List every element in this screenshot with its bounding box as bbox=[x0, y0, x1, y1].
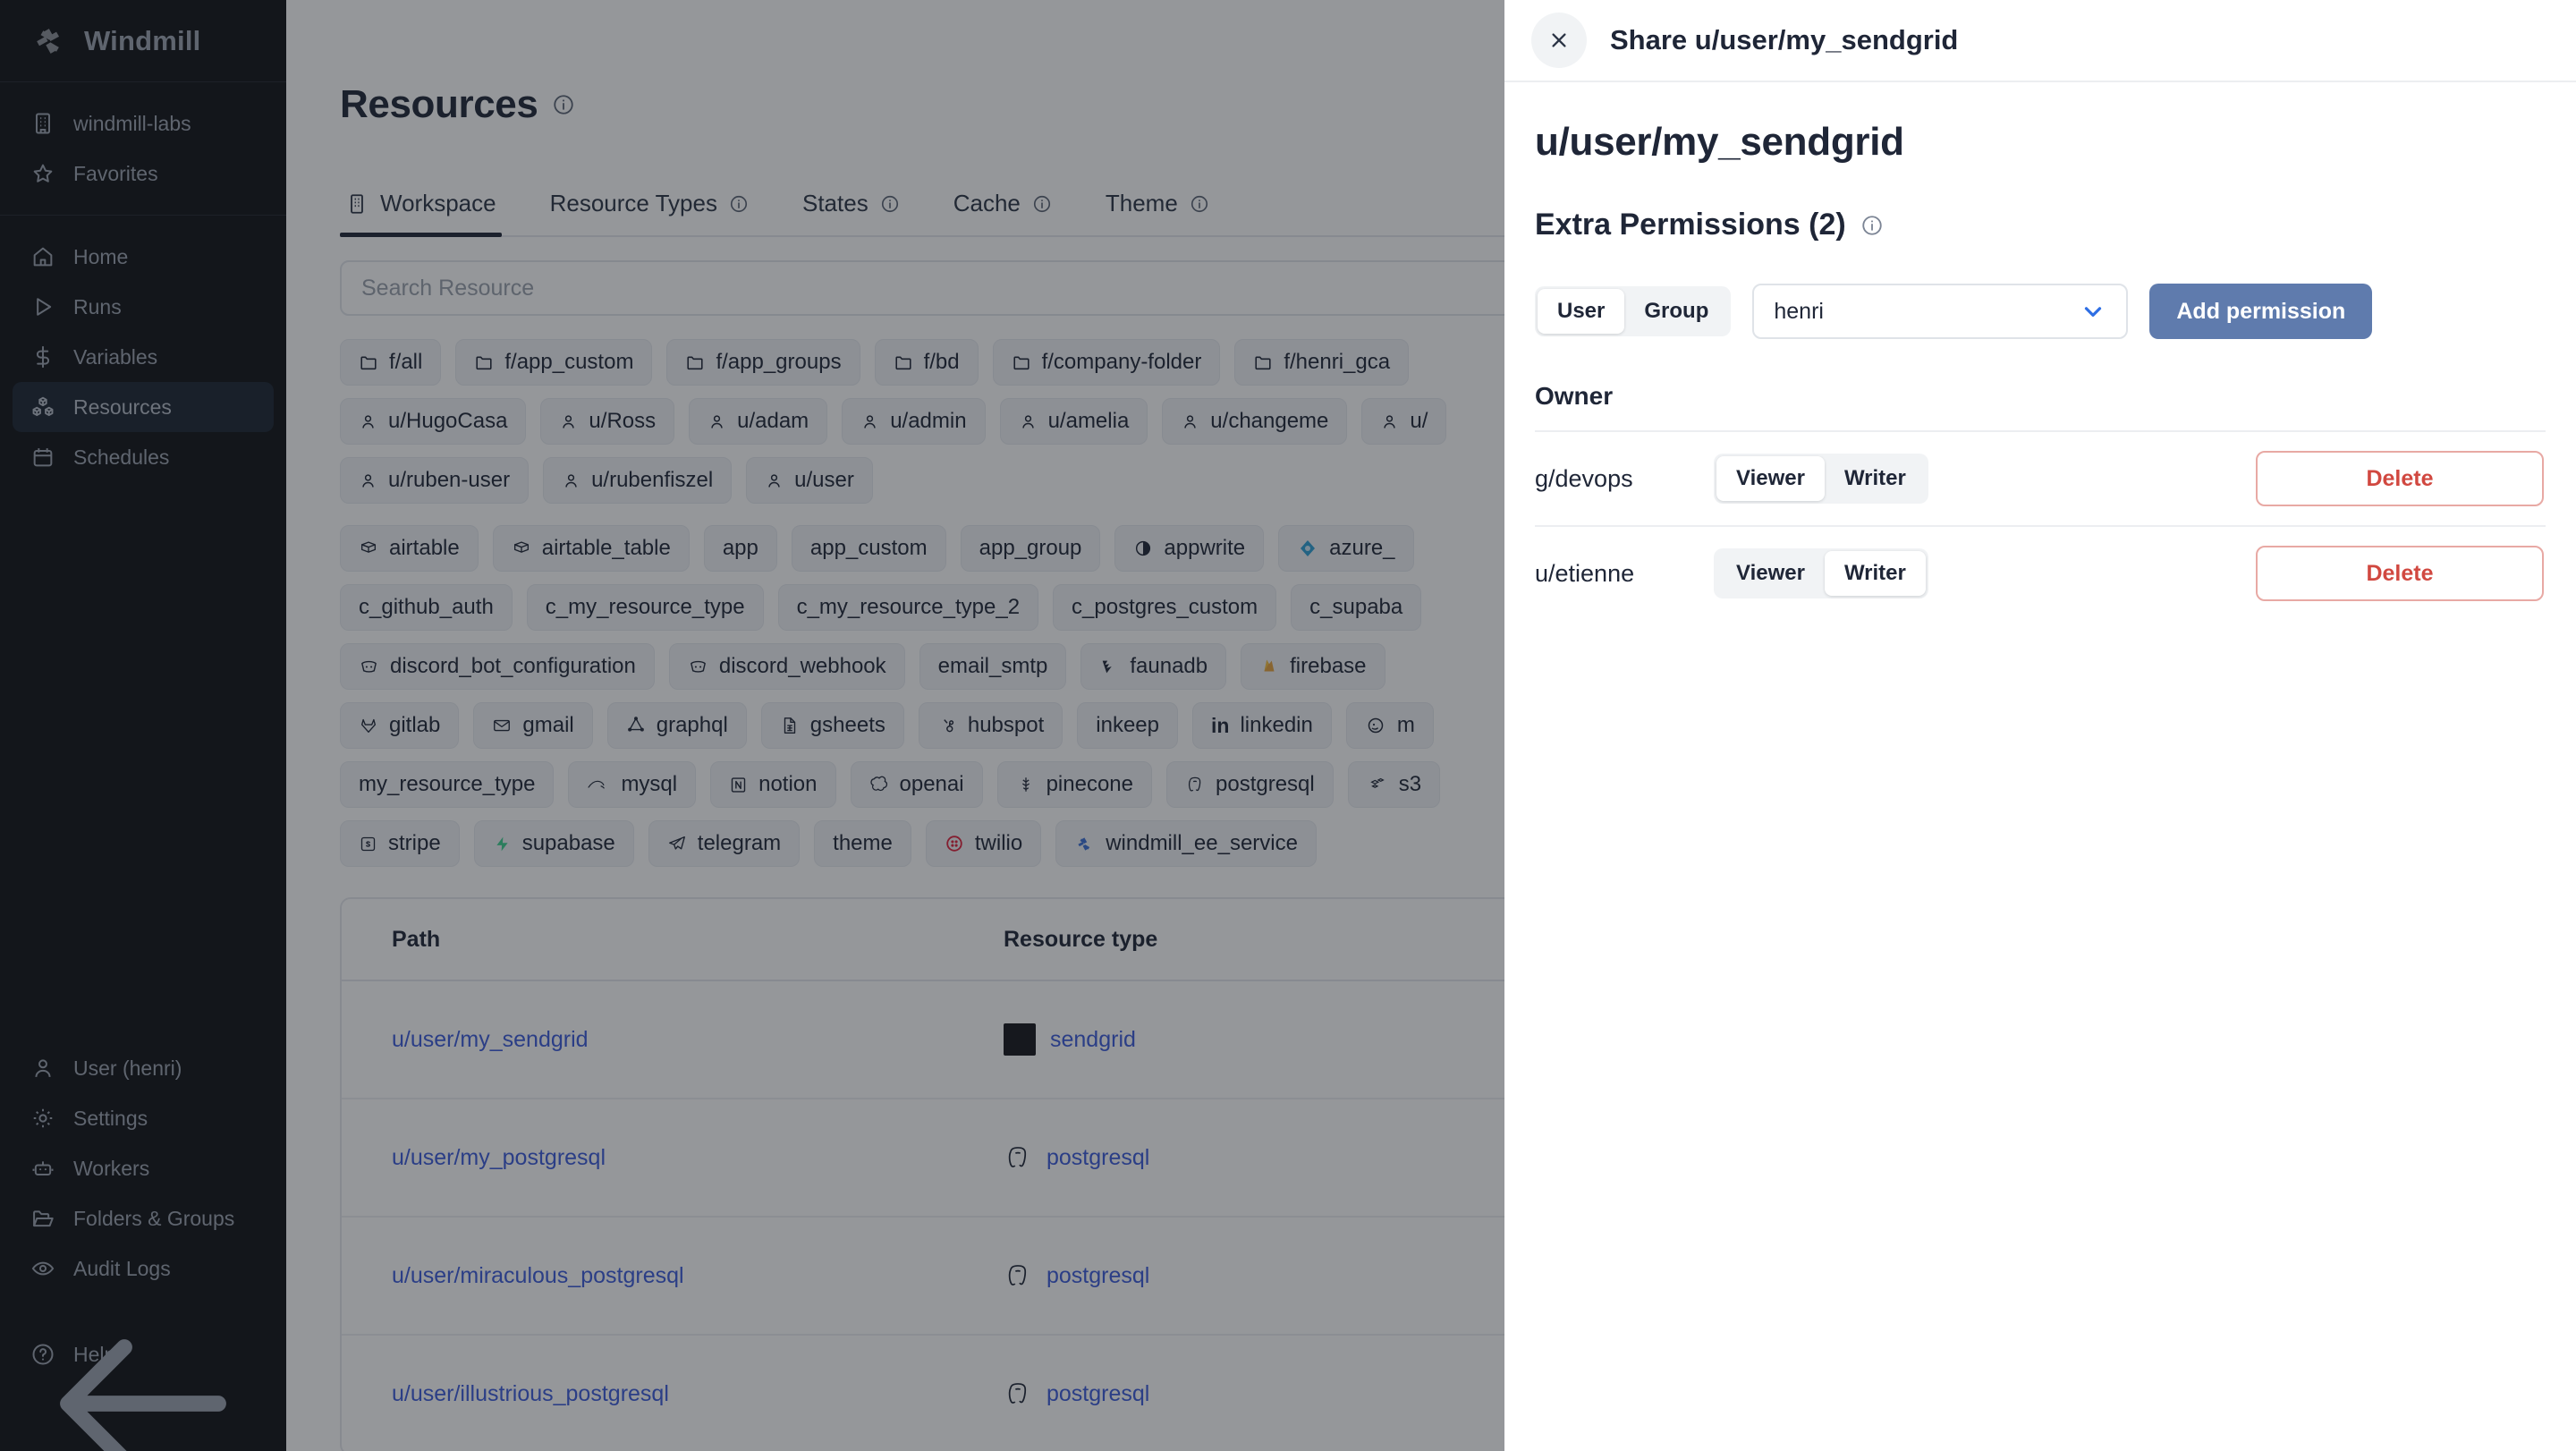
permission-row: u/etienne Viewer Writer Delete bbox=[1535, 525, 2546, 620]
delete-button[interactable]: Delete bbox=[2256, 546, 2544, 601]
principal-select[interactable]: henri bbox=[1752, 284, 2128, 339]
role-toggle-wrap: Viewer Writer bbox=[1714, 548, 2256, 598]
add-permission-button[interactable]: Add permission bbox=[2149, 284, 2372, 339]
drawer-title: Share u/user/my_sendgrid bbox=[1610, 24, 1958, 56]
principal-kind-toggle: User Group bbox=[1535, 286, 1731, 336]
drawer-body: u/user/my_sendgrid Extra Permissions (2)… bbox=[1504, 82, 2576, 620]
toggle-option-group[interactable]: Group bbox=[1624, 289, 1728, 334]
drawer-header: Share u/user/my_sendgrid bbox=[1504, 0, 2576, 82]
permission-row: g/devops Viewer Writer Delete bbox=[1535, 430, 2546, 525]
permission-list: g/devops Viewer Writer Delete u/etienne … bbox=[1535, 430, 2546, 620]
close-button[interactable] bbox=[1531, 13, 1587, 68]
close-icon bbox=[1546, 28, 1572, 53]
role-option-viewer[interactable]: Viewer bbox=[1716, 551, 1825, 596]
owner-section-label: Owner bbox=[1535, 382, 2546, 411]
role-toggle: Viewer Writer bbox=[1714, 548, 1928, 598]
permission-principal: g/devops bbox=[1535, 465, 1714, 493]
resource-path-heading: u/user/my_sendgrid bbox=[1535, 120, 2546, 165]
add-permission-controls: User Group henri Add permission bbox=[1535, 284, 2546, 339]
permission-principal: u/etienne bbox=[1535, 560, 1714, 588]
role-option-viewer[interactable]: Viewer bbox=[1716, 456, 1825, 501]
info-icon[interactable] bbox=[1860, 214, 1884, 237]
chevron-down-icon bbox=[2080, 298, 2106, 325]
role-toggle: Viewer Writer bbox=[1714, 454, 1928, 504]
principal-select-value: henri bbox=[1774, 299, 1824, 325]
permissions-heading: Extra Permissions (2) bbox=[1535, 208, 2546, 242]
toggle-option-user[interactable]: User bbox=[1538, 289, 1624, 334]
share-drawer: Share u/user/my_sendgrid u/user/my_sendg… bbox=[1504, 0, 2576, 1451]
delete-button[interactable]: Delete bbox=[2256, 451, 2544, 506]
role-option-writer[interactable]: Writer bbox=[1825, 456, 1926, 501]
role-option-writer[interactable]: Writer bbox=[1825, 551, 1926, 596]
role-toggle-wrap: Viewer Writer bbox=[1714, 454, 2256, 504]
permissions-title: Extra Permissions (2) bbox=[1535, 208, 1846, 242]
